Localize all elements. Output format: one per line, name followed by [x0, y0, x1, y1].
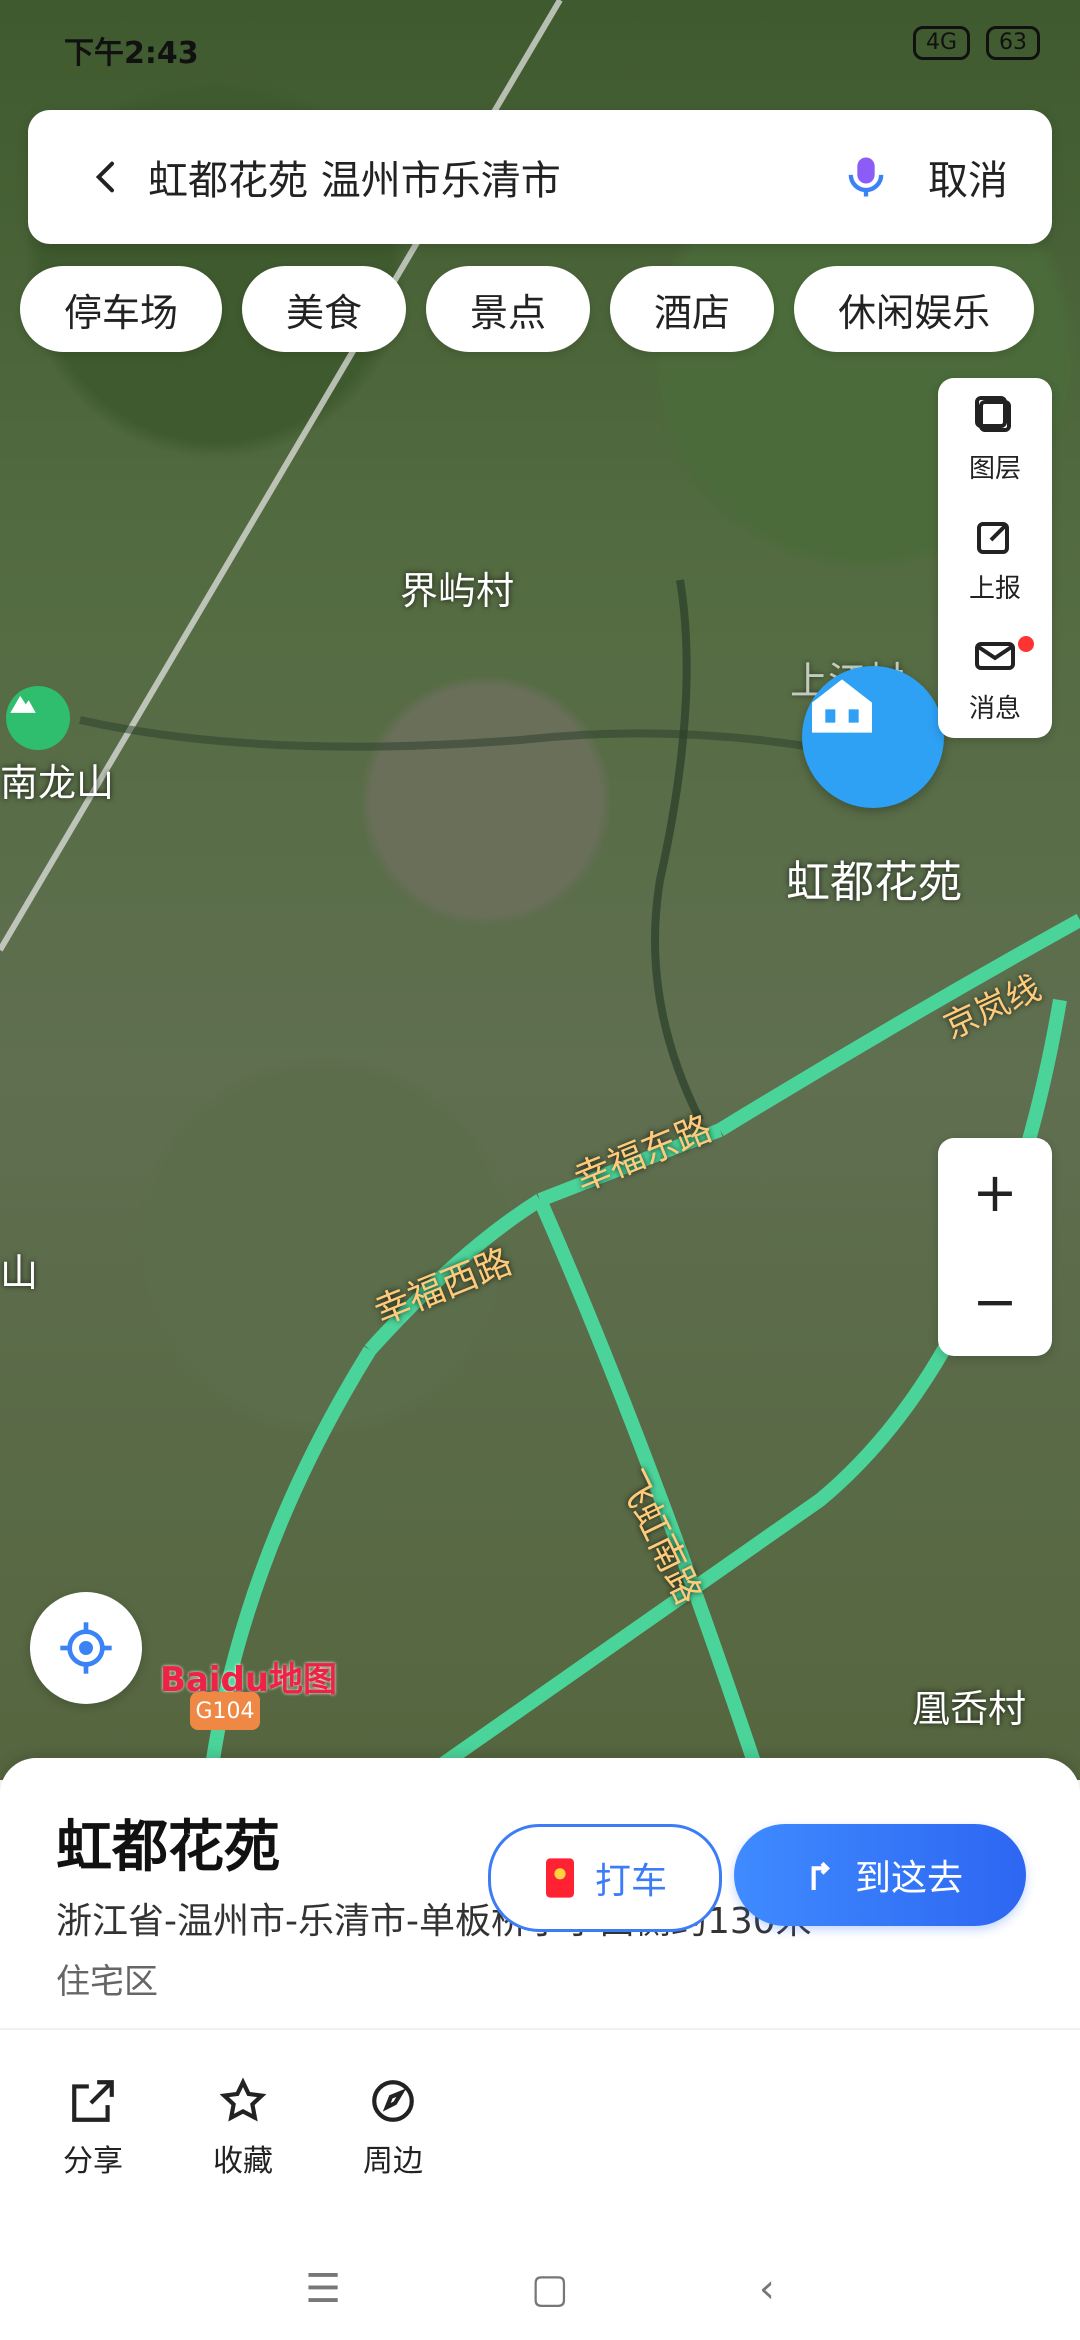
report-button[interactable]: 上报	[938, 498, 1052, 618]
battery-icon: 63	[986, 26, 1040, 60]
signal-icon: 4G	[912, 26, 970, 60]
nav-home-button[interactable]: ▢	[531, 2266, 569, 2312]
zoom-out-button[interactable]: −	[938, 1247, 1052, 1356]
chevron-left-icon	[95, 161, 114, 193]
category-chips: 停车场 美食 景点 酒店 休闲娱乐	[20, 266, 1035, 352]
star-icon	[219, 2077, 267, 2122]
go-here-button[interactable]: 到这去	[734, 1824, 1026, 1926]
microphone-icon	[848, 157, 884, 197]
nav-menu-button[interactable]: ☰	[305, 2266, 341, 2312]
place-actions: 分享 收藏 周边	[0, 2042, 1080, 2214]
edit-icon	[977, 521, 1009, 554]
chip-parking[interactable]: 停车场	[20, 266, 223, 352]
taxi-button[interactable]: 打车	[488, 1824, 722, 1932]
messages-label: 消息	[968, 693, 1021, 724]
share-label: 分享	[63, 2144, 123, 2179]
destination-label: 虹都花苑	[786, 857, 962, 908]
status-bar: 下午2:43 4G 63	[0, 0, 1080, 96]
map-label-village-1: 界屿村	[400, 569, 515, 613]
go-here-label: 到这去	[854, 1858, 963, 1899]
chip-leisure[interactable]: 休闲娱乐	[794, 266, 1035, 352]
chip-hotel[interactable]: 酒店	[610, 266, 775, 352]
home-icon	[812, 679, 872, 733]
map-label-mountain-cut: 山	[0, 1251, 39, 1295]
zoom-in-button[interactable]: +	[938, 1138, 1052, 1247]
layers-button[interactable]: 图层	[938, 378, 1052, 498]
back-button[interactable]	[72, 142, 142, 212]
nearby-button[interactable]: 周边	[318, 2076, 468, 2180]
route-badge: G104	[190, 1692, 260, 1730]
status-time: 下午2:43	[64, 36, 199, 71]
share-icon	[72, 2080, 114, 2122]
place-sheet: 虹都花苑 浙江省-温州市-乐清市-单板桥小学西侧约130米 住宅区 分享 收藏 …	[0, 1758, 1080, 2238]
messages-button[interactable]: 消息	[938, 618, 1052, 738]
turn-arrow-icon	[811, 1861, 830, 1890]
target-icon	[60, 1622, 112, 1674]
map-label-village-3: 凰岙村	[912, 1687, 1027, 1731]
taxi-label: 打车	[594, 1861, 667, 1902]
compass-icon	[372, 2080, 414, 2122]
chip-food[interactable]: 美食	[242, 266, 407, 352]
layers-label: 图层	[968, 453, 1021, 484]
mountain-icon[interactable]	[6, 686, 70, 750]
nearby-label: 周边	[363, 2144, 423, 2179]
voice-button[interactable]	[832, 143, 900, 211]
map-label-mountain: 南龙山	[0, 761, 115, 805]
locate-button[interactable]	[30, 1592, 142, 1704]
favorite-button[interactable]: 收藏	[168, 2076, 318, 2180]
search-input[interactable]: 虹都花苑 温州市乐清市	[148, 148, 832, 206]
system-nav-bar: ☰ ▢ ‹	[0, 2238, 1080, 2340]
report-label: 上报	[968, 573, 1021, 604]
nav-back-button[interactable]: ‹	[759, 2266, 775, 2312]
destination-pin[interactable]	[802, 666, 944, 808]
chip-attractions[interactable]: 景点	[426, 266, 591, 352]
mail-icon	[975, 641, 1015, 670]
search-bar[interactable]: 虹都花苑 温州市乐清市 取消	[28, 110, 1052, 244]
notification-dot	[1018, 636, 1034, 652]
place-title: 虹都花苑	[56, 1815, 280, 1880]
favorite-label: 收藏	[213, 2144, 273, 2179]
taxi-icon	[545, 1858, 574, 1898]
cancel-button[interactable]: 取消	[928, 148, 1008, 206]
sheet-divider	[0, 2028, 1080, 2030]
map-tools-panel: 图层 上报 消息	[938, 378, 1052, 738]
layers-icon	[975, 395, 1011, 432]
zoom-controls: + −	[938, 1138, 1052, 1356]
share-button[interactable]: 分享	[18, 2076, 168, 2180]
status-icons: 4G 63	[912, 26, 1040, 60]
place-type: 住宅区	[56, 1962, 158, 2002]
